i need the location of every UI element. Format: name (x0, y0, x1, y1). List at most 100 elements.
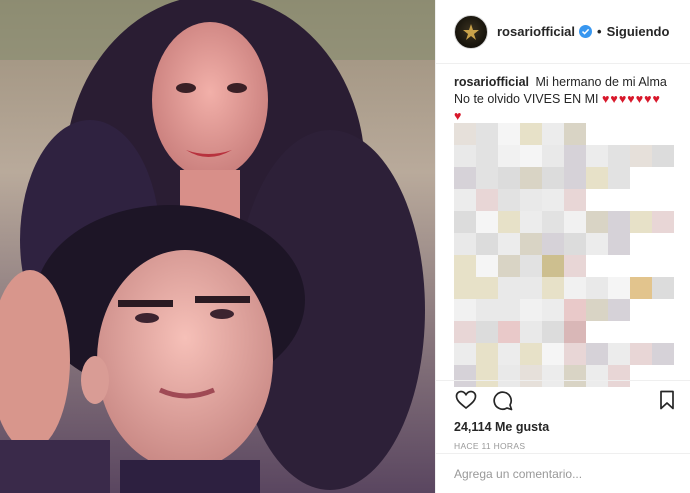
censor-block (476, 211, 498, 233)
censor-block (520, 167, 542, 189)
censor-block (542, 321, 564, 343)
likes-count[interactable]: 24,114 Me gusta (436, 415, 690, 434)
censor-block (454, 299, 476, 321)
post-side-panel: rosariofficial • Siguiendo rosariofficia… (435, 0, 690, 493)
censor-block (586, 343, 608, 365)
censor-block (542, 189, 564, 211)
censor-block (564, 167, 586, 189)
censor-block (498, 123, 520, 145)
censor-block (564, 321, 586, 343)
censor-block (520, 211, 542, 233)
censor-block (608, 211, 630, 233)
censor-block (454, 321, 476, 343)
censor-block (542, 123, 564, 145)
censor-block (586, 233, 608, 255)
censor-block (542, 167, 564, 189)
censor-block (608, 343, 630, 365)
censor-block (476, 123, 498, 145)
censor-block (520, 277, 542, 299)
censor-block (498, 145, 520, 167)
censor-block (476, 277, 498, 299)
censor-block (476, 167, 498, 189)
censor-block (630, 343, 652, 365)
censor-block (498, 299, 520, 321)
censor-block (454, 123, 476, 145)
censor-block (520, 343, 542, 365)
censor-block (564, 189, 586, 211)
censor-block (542, 233, 564, 255)
censor-block (608, 277, 630, 299)
speech-bubble-icon[interactable] (490, 388, 514, 412)
censor-block (630, 211, 652, 233)
censor-block (608, 233, 630, 255)
censor-block (498, 255, 520, 277)
following-button[interactable]: Siguiendo (607, 24, 670, 39)
censor-block (652, 145, 674, 167)
add-comment-bar (436, 453, 690, 493)
censor-block (498, 167, 520, 189)
censor-block (586, 145, 608, 167)
censor-block (520, 123, 542, 145)
comments-censored-area (454, 123, 686, 387)
censor-block (454, 277, 476, 299)
actions-bar: 24,114 Me gusta HACE 11 HORAS (436, 380, 690, 451)
censor-block (498, 277, 520, 299)
censor-block (498, 321, 520, 343)
censor-block (520, 233, 542, 255)
censor-block (454, 189, 476, 211)
censor-block (542, 277, 564, 299)
bookmark-icon[interactable] (655, 388, 679, 412)
censor-block (498, 233, 520, 255)
censor-block (476, 145, 498, 167)
censor-block (564, 145, 586, 167)
action-icons-row (436, 385, 690, 415)
verified-check-icon (579, 25, 593, 38)
censor-block (586, 277, 608, 299)
censor-block (498, 343, 520, 365)
censor-block (542, 343, 564, 365)
censor-block (652, 277, 674, 299)
censor-block (586, 299, 608, 321)
censor-block (542, 145, 564, 167)
censor-block (542, 255, 564, 277)
censor-block (542, 299, 564, 321)
comment-input[interactable] (454, 467, 673, 481)
censor-block (476, 233, 498, 255)
censor-block (564, 211, 586, 233)
censor-block (454, 343, 476, 365)
censor-block (454, 233, 476, 255)
censor-block (586, 167, 608, 189)
censor-block (498, 189, 520, 211)
censor-block (542, 211, 564, 233)
censor-block (564, 255, 586, 277)
censor-block (652, 211, 674, 233)
censor-block (608, 145, 630, 167)
censor-block (586, 211, 608, 233)
censor-block (476, 343, 498, 365)
censor-block (520, 145, 542, 167)
censor-block (564, 299, 586, 321)
censor-block (608, 167, 630, 189)
censor-block (454, 167, 476, 189)
post-timestamp[interactable]: HACE 11 HORAS (436, 434, 690, 451)
censor-block (454, 211, 476, 233)
censor-block (454, 145, 476, 167)
censor-block (520, 321, 542, 343)
censor-block (630, 277, 652, 299)
username[interactable]: rosariofficial (497, 24, 575, 39)
avatar[interactable] (454, 14, 488, 49)
censor-block (520, 255, 542, 277)
censor-block (564, 233, 586, 255)
caption-username[interactable]: rosariofficial (454, 75, 529, 89)
post-photo[interactable] (0, 0, 435, 493)
censor-block (476, 189, 498, 211)
caption: rosariofficial Mi hermano de mi Alma No … (436, 64, 690, 125)
censor-block (564, 123, 586, 145)
censor-block (520, 299, 542, 321)
censor-block (476, 299, 498, 321)
censor-block (564, 277, 586, 299)
heart-outline-icon[interactable] (454, 388, 478, 412)
censor-block (630, 145, 652, 167)
instagram-post-viewer: rosariofficial • Siguiendo rosariofficia… (0, 0, 690, 493)
censor-block (564, 343, 586, 365)
